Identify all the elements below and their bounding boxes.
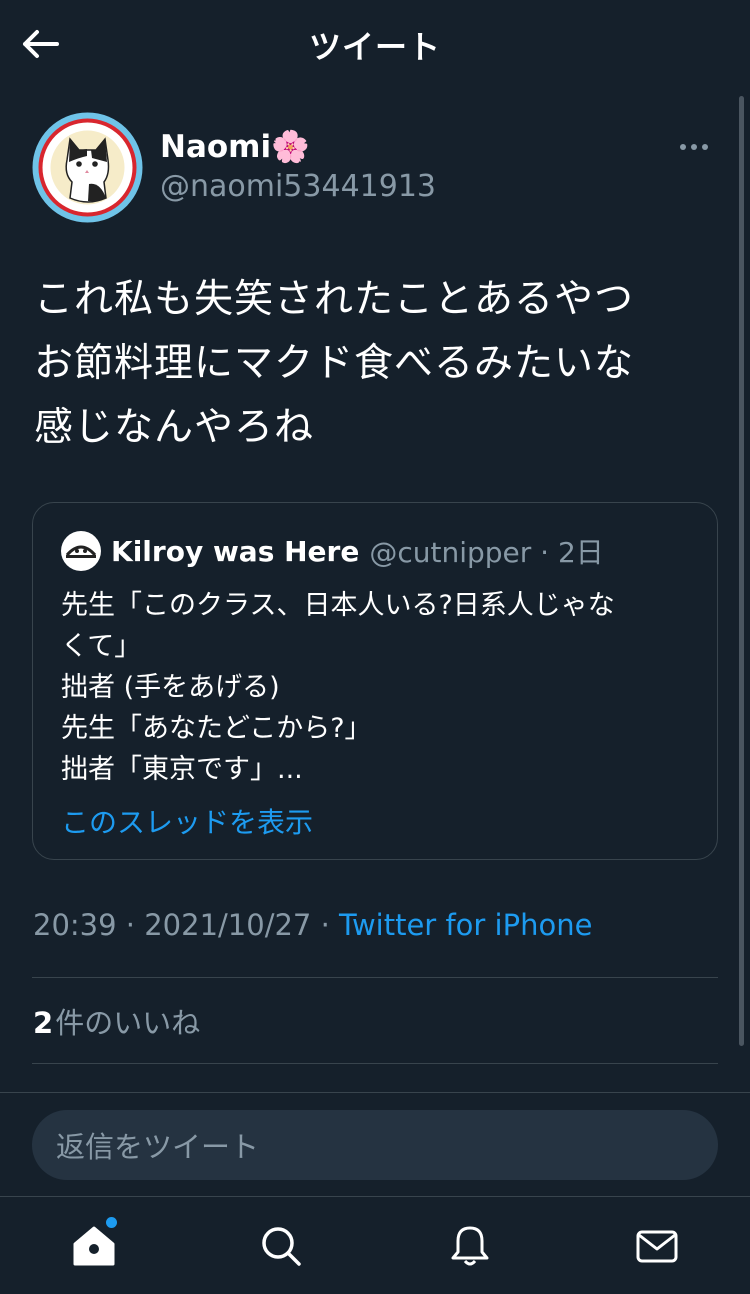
- tweet-text-line: お節料理にマクド食べるみたいな: [34, 341, 635, 386]
- author-name: Naomi🌸: [160, 129, 310, 165]
- tweet-source-link[interactable]: Twitter for iPhone: [339, 908, 592, 942]
- more-dot: [691, 144, 697, 150]
- top-bar: ツイート: [0, 0, 750, 90]
- quoted-avatar: [61, 531, 101, 571]
- notification-dot: [106, 1217, 117, 1228]
- tweet-meta: 20:39 · 2021/10/27 · Twitter for iPhone: [33, 908, 592, 942]
- kilroy-avatar-icon: [65, 545, 97, 558]
- tweet-timestamp: 20:39 · 2021/10/27 ·: [33, 908, 340, 942]
- quoted-text-line: 先生「あなたどこから?」: [61, 713, 372, 744]
- mail-icon: [636, 1230, 678, 1263]
- tweet-text: これ私も失笑されたことあるやつ お節料理にマクド食べるみたいな 感じなんやろね: [34, 268, 724, 460]
- more-options-button[interactable]: [674, 132, 714, 162]
- quoted-author-name: Kilroy was Here: [111, 534, 360, 568]
- bell-icon: [451, 1226, 489, 1266]
- quoted-tweet-header: Kilroy was Here @cutnipper · 2日: [61, 531, 604, 571]
- author-display-name[interactable]: Naomi🌸: [160, 128, 310, 165]
- tab-search[interactable]: [258, 1223, 304, 1269]
- search-icon: [262, 1227, 301, 1266]
- author-handle[interactable]: @naomi53441913: [160, 169, 436, 204]
- tweet-author: Naomi🌸 @naomi53441913: [32, 112, 722, 227]
- likes-number: 2: [33, 1006, 54, 1040]
- quoted-text-line: くて」: [61, 631, 142, 662]
- vaccinated-cat-avatar-icon: [32, 112, 143, 223]
- quoted-tweet-card[interactable]: Kilroy was Here @cutnipper · 2日 先生「このクラス…: [32, 502, 718, 860]
- bottom-tab-bar: [0, 1196, 750, 1294]
- reply-input[interactable]: 返信をツイート: [32, 1110, 718, 1180]
- tweet-text-line: これ私も失笑されたことあるやつ: [34, 277, 635, 322]
- avatar[interactable]: [32, 112, 143, 223]
- quoted-text-line: 拙者「東京です」...: [61, 754, 303, 785]
- show-thread-link[interactable]: このスレッドを表示: [61, 801, 313, 841]
- quoted-text-line: 拙者 (手をあげる): [61, 672, 280, 703]
- likes-label: 件のいいね: [55, 1006, 201, 1040]
- quoted-author-meta: @cutnipper · 2日: [369, 536, 604, 569]
- reply-bar: 返信をツイート: [0, 1092, 750, 1196]
- home-icon: [73, 1226, 115, 1266]
- quoted-tweet-text: 先生「このクラス、日本人いる?日系人じゃな くて」 拙者 (手をあげる) 先生「…: [61, 585, 701, 790]
- scrollbar[interactable]: [739, 96, 744, 1046]
- tab-notifications[interactable]: [447, 1223, 493, 1269]
- more-dot: [702, 144, 708, 150]
- tab-messages[interactable]: [634, 1223, 680, 1269]
- quoted-text-line: 先生「このクラス、日本人いる?日系人じゃな: [61, 590, 615, 621]
- more-dot: [680, 144, 686, 150]
- divider: [32, 1063, 718, 1064]
- tweet-text-line: 感じなんやろね: [34, 405, 315, 450]
- divider: [32, 977, 718, 978]
- likes-count[interactable]: 2件のいいね: [33, 1000, 200, 1042]
- page-title: ツイート: [308, 28, 441, 66]
- tab-home[interactable]: [71, 1217, 117, 1269]
